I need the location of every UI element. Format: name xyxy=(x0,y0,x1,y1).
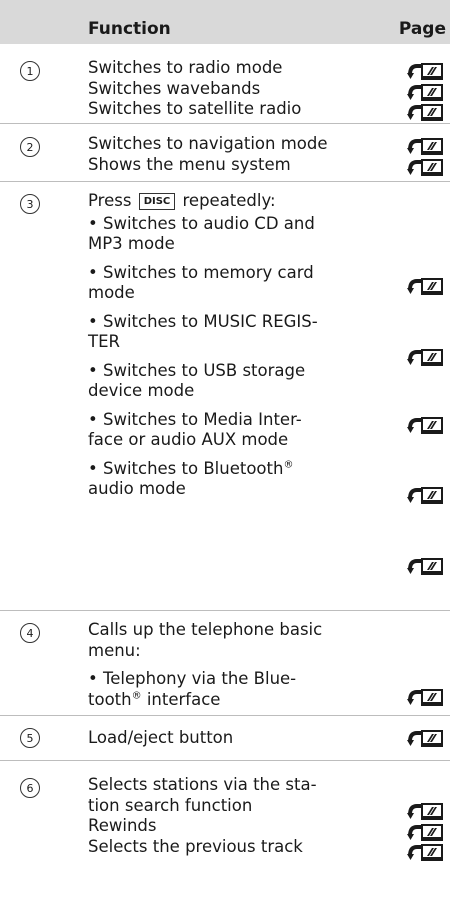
function-table: Function Page 1 Switches to radio mode S… xyxy=(0,0,450,898)
bullet-line: face or audio AUX mode xyxy=(88,430,289,449)
row-number-badge: 1 xyxy=(20,61,40,81)
function-line: Selects stations via the sta- xyxy=(88,775,317,794)
function-description: Calls up the telephone basic menu: Telep… xyxy=(88,620,366,710)
press-suffix: repeatedly: xyxy=(182,191,276,210)
function-line: Calls up the telephone basic xyxy=(88,620,323,639)
function-description: Press DISC repeatedly: Switches to audio… xyxy=(88,191,366,500)
row-number-badge: 2 xyxy=(20,137,40,157)
bullet-line: Switches to audio CD and xyxy=(88,214,366,235)
disc-key: DISC xyxy=(138,193,176,210)
function-line: Switches wavebands xyxy=(88,78,261,98)
bullet-line: Switches to Media Inter- xyxy=(88,410,366,431)
bullet-text: interface xyxy=(141,689,221,709)
function-description: Switches to radio mode Switches waveband… xyxy=(88,58,366,120)
bullet-item: Switches to audio CD and MP3 mode xyxy=(88,214,366,255)
row-number-badge: 4 xyxy=(20,623,40,643)
function-line: Selects the previous track xyxy=(88,836,303,856)
page-cell xyxy=(366,761,450,898)
function-description: Load/eject button xyxy=(88,728,366,749)
bullet-line: Switches to USB storage xyxy=(88,361,366,382)
bullet-text: tooth xyxy=(88,689,132,709)
page-reference-icon xyxy=(407,841,444,862)
page-cell xyxy=(366,716,450,760)
page-reference-icon xyxy=(407,800,444,821)
function-line: Load/eject button xyxy=(88,728,234,747)
function-line: Switches to radio mode xyxy=(88,58,283,77)
page-cell xyxy=(366,44,450,123)
bullet-line: TER xyxy=(88,332,120,351)
bullet-item: Switches to MUSIC REGIS- TER xyxy=(88,312,366,353)
page-reference-icon xyxy=(407,555,444,576)
table-row-1: 1 Switches to radio mode Switches waveba… xyxy=(0,44,450,124)
press-prefix: Press xyxy=(88,191,132,210)
table-row-4: 4 Calls up the telephone basic menu: Tel… xyxy=(0,611,450,716)
function-line: Rewinds xyxy=(88,816,157,835)
page-cell xyxy=(366,124,450,181)
page-reference-icon xyxy=(407,156,444,177)
bullet-text: Switches to Bluetooth xyxy=(102,458,284,478)
page-reference-icon xyxy=(407,821,444,842)
page-column-header: Page xyxy=(398,19,446,39)
press-instruction: Press DISC repeatedly: xyxy=(88,191,366,212)
page-reference-icon xyxy=(407,81,444,102)
bullet-line: MP3 mode xyxy=(88,234,175,253)
page-reference-icon xyxy=(407,101,444,122)
table-row-3: 3 Press DISC repeatedly: Switches to aud… xyxy=(0,182,450,646)
page-reference-icon xyxy=(407,727,444,748)
function-line: Shows the menu system xyxy=(88,154,291,174)
bullet-line: Switches to MUSIC REGIS- xyxy=(88,312,366,333)
bullet-item: Switches to Bluetooth® audio mode xyxy=(88,459,366,500)
table-row-2: 2 Switches to navigation mode Shows the … xyxy=(0,124,450,182)
bullet-line: Telephony via the Blue- xyxy=(88,669,366,690)
table-row-5: 5 Load/eject button xyxy=(0,716,450,761)
bullet-line: audio mode xyxy=(88,479,186,498)
bullet-line: Switches to Bluetooth® xyxy=(88,459,366,480)
registered-mark: ® xyxy=(131,690,142,701)
page-cell xyxy=(366,611,450,715)
page-reference-icon xyxy=(407,484,444,505)
page-reference-icon xyxy=(407,135,444,156)
bullet-line: device mode xyxy=(88,381,195,400)
bullet-item: Telephony via the Blue- tooth® interface xyxy=(88,669,366,710)
function-line: Switches to navigation mode xyxy=(88,134,328,153)
page-cell xyxy=(366,182,450,646)
function-line: tion search function xyxy=(88,795,253,815)
bullet-item: Switches to memory card mode xyxy=(88,263,366,304)
page-reference-icon xyxy=(407,275,444,296)
function-line: menu: xyxy=(88,640,141,660)
bullet-line: Switches to memory card xyxy=(88,263,366,284)
row-number-badge: 6 xyxy=(20,778,40,798)
page-reference-icon xyxy=(407,686,444,707)
bullet-item: Switches to USB storage device mode xyxy=(88,361,366,402)
table-row-6: 6 Selects stations via the sta- tion sea… xyxy=(0,761,450,898)
bullet-item: Switches to Media Inter- face or audio A… xyxy=(88,410,366,451)
function-column-header: Function xyxy=(88,19,171,39)
registered-mark: ® xyxy=(283,459,294,470)
bullet-line: tooth® interface xyxy=(88,690,366,711)
row-number-badge: 5 xyxy=(20,728,40,748)
bullet-line: mode xyxy=(88,283,135,302)
page-reference-icon xyxy=(407,414,444,435)
function-line: Switches to satellite radio xyxy=(88,99,302,118)
function-description: Selects stations via the sta- tion searc… xyxy=(88,775,366,857)
function-description: Switches to navigation mode Shows the me… xyxy=(88,134,366,175)
table-header: Function Page xyxy=(0,0,450,44)
row-number-badge: 3 xyxy=(20,194,40,214)
page-reference-icon xyxy=(407,60,444,81)
page-reference-icon xyxy=(407,346,444,367)
